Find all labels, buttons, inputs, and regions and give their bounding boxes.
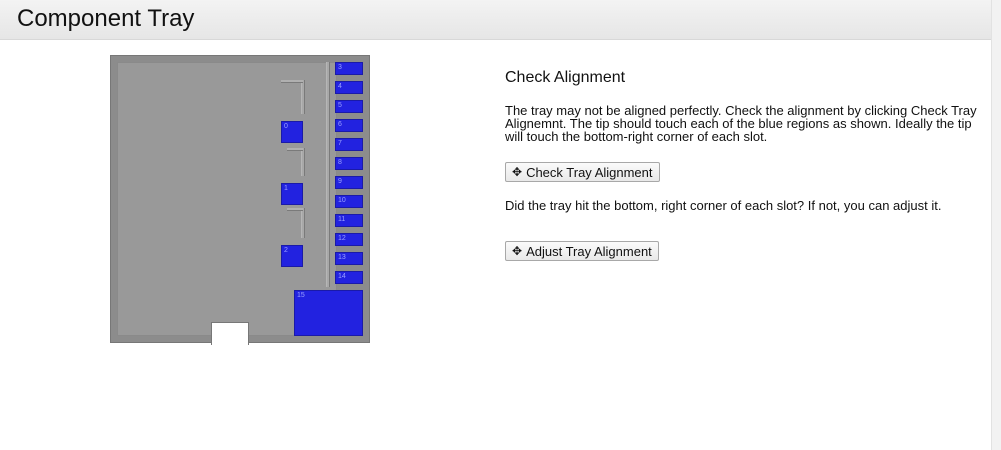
- tray-slot-large: 15: [294, 290, 363, 336]
- tray-slot: 14: [335, 271, 363, 284]
- tray-divider: [301, 148, 305, 176]
- check-tray-alignment-button[interactable]: ✥ Check Tray Alignment: [505, 162, 660, 182]
- adjust-question: Did the tray hit the bottom, right corne…: [505, 198, 942, 213]
- tray-slot: 7: [335, 138, 363, 151]
- slot-number: 9: [338, 178, 342, 185]
- tray-slot: 5: [335, 100, 363, 113]
- slot-number: 11: [338, 216, 346, 223]
- tray-divider: [301, 80, 305, 114]
- tray-slot: 13: [335, 252, 363, 265]
- slot-number: 6: [338, 121, 342, 128]
- tray-slot: 2: [281, 245, 303, 267]
- adjust-tray-alignment-label: Adjust Tray Alignment: [526, 243, 652, 259]
- tray-slot: 8: [335, 157, 363, 170]
- section-heading: Check Alignment: [505, 69, 626, 86]
- component-tray-diagram: 3 4 5 6 7 8 9 10 11 12 13 14 15 0 1 2: [110, 55, 370, 345]
- slot-number: 5: [338, 102, 342, 109]
- check-tray-alignment-label: Check Tray Alignment: [526, 164, 653, 180]
- tray-slot: 0: [281, 121, 303, 143]
- adjust-tray-alignment-button[interactable]: ✥ Adjust Tray Alignment: [505, 241, 659, 261]
- slot-number: 12: [338, 235, 346, 242]
- title-bar: Component Tray: [0, 0, 991, 40]
- alignment-instructions: The tray may not be aligned perfectly. C…: [505, 103, 977, 144]
- scrollbar[interactable]: [991, 0, 1001, 450]
- slot-number: 13: [338, 254, 346, 261]
- slot-number: 4: [338, 83, 342, 90]
- tray-divider: [326, 62, 330, 287]
- slot-number: 2: [284, 247, 288, 254]
- move-arrows-icon: ✥: [512, 244, 523, 258]
- tray-slot: 9: [335, 176, 363, 189]
- tray-slot: 4: [335, 81, 363, 94]
- tray-slot: 10: [335, 195, 363, 208]
- tray-slot: 12: [335, 233, 363, 246]
- tray-slot: 1: [281, 183, 303, 205]
- page-title: Component Tray: [17, 5, 195, 32]
- slot-number: 7: [338, 140, 342, 147]
- tray-bottom-notch: [211, 322, 249, 345]
- tray-ledge: [287, 148, 303, 151]
- tray-slot: 11: [335, 214, 363, 227]
- slot-number: 1: [284, 185, 288, 192]
- tray-divider: [301, 208, 305, 238]
- slot-number: 0: [284, 123, 288, 130]
- tray-slot: 6: [335, 119, 363, 132]
- slot-number: 14: [338, 273, 346, 280]
- slot-number: 10: [338, 197, 346, 204]
- slot-number: 15: [297, 292, 305, 299]
- tray-ledge: [287, 208, 303, 211]
- slot-number: 8: [338, 159, 342, 166]
- slot-number: 3: [338, 64, 342, 71]
- tray-ledge: [281, 80, 303, 83]
- tray-slot: 3: [335, 62, 363, 75]
- move-arrows-icon: ✥: [512, 165, 523, 179]
